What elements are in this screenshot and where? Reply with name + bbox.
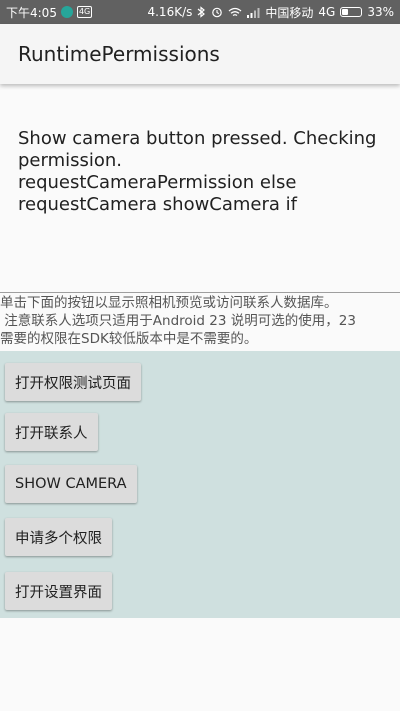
app-bar: RuntimePermissions (0, 24, 400, 84)
hd-badge-icon: 4G (76, 6, 93, 18)
log-text: Show camera button pressed. Checking per… (18, 128, 378, 216)
show-camera-button[interactable]: SHOW CAMERA (5, 465, 137, 503)
wifi-icon (228, 7, 242, 18)
description-line: 单击下面的按钮以显示照相机预览或访问联系人数据库。 (0, 295, 338, 311)
log-line: permission. (18, 150, 123, 171)
alarm-icon (211, 6, 223, 18)
log-line: requestCameraPermission else (18, 172, 297, 193)
log-line: requestCamera showCamera if (18, 194, 297, 215)
button-panel: 打开权限测试页面 打开联系人 SHOW CAMERA 申请多个权限 打开设置界面 (0, 351, 400, 618)
status-bar: 下午4:05 4G 4.16K/s 中国移动 4G 33% (0, 0, 400, 24)
request-multiple-permissions-button[interactable]: 申请多个权限 (5, 518, 112, 556)
network-speed: 4.16K/s (147, 5, 193, 19)
log-line: Show camera button pressed. Checking (18, 128, 377, 149)
description-line: 注意联系人选项只适用于Android 23 说明可选的使用，23 (0, 313, 356, 329)
signal-icon (247, 7, 260, 18)
status-time: 下午4:05 (6, 5, 57, 20)
status-left: 下午4:05 4G (6, 4, 93, 21)
app-title: RuntimePermissions (18, 42, 220, 66)
status-right: 4.16K/s 中国移动 4G 33% (147, 4, 394, 21)
battery-icon (340, 7, 363, 17)
shield-icon (60, 6, 73, 18)
divider (0, 292, 400, 293)
description-line: 需要的权限在SDK较低版本中是不需要的。 (0, 331, 258, 347)
network-type: 4G (318, 5, 336, 19)
open-contacts-button[interactable]: 打开联系人 (5, 413, 98, 451)
bluetooth-icon (197, 6, 206, 18)
carrier-name: 中国移动 (265, 5, 314, 20)
description-text: 单击下面的按钮以显示照相机预览或访问联系人数据库。 注意联系人选项只适用于And… (0, 294, 400, 348)
open-permission-test-button[interactable]: 打开权限测试页面 (5, 363, 141, 401)
battery-fill (342, 9, 349, 15)
open-settings-button[interactable]: 打开设置界面 (5, 572, 112, 610)
battery-percent: 33% (367, 5, 394, 19)
